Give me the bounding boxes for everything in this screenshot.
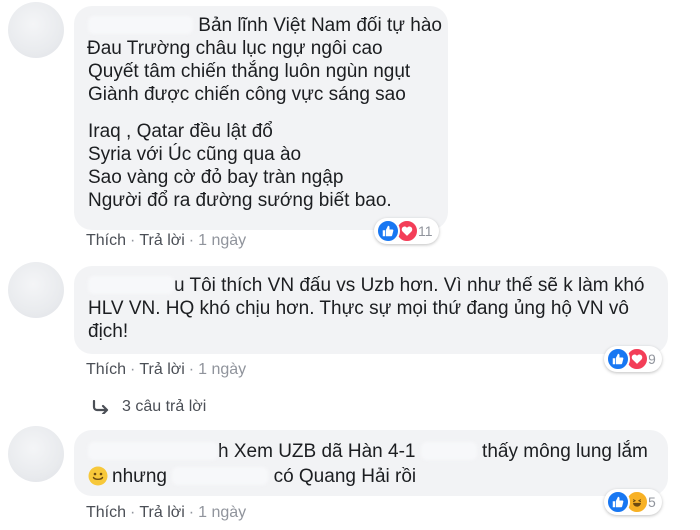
reaction-count: 5: [648, 494, 656, 510]
like-link[interactable]: Thích: [86, 361, 126, 378]
comment-actions: Thích · Trả lời · 1 ngày: [86, 504, 246, 522]
like-icon: [606, 347, 630, 371]
reaction-count: 9: [648, 351, 656, 367]
comment-actions: Thích · Trả lời · 1 ngày: [86, 361, 246, 379]
comment-text: địch!: [88, 321, 129, 342]
comment-text: Đau Trường châu lục ngự ngôi cao: [87, 38, 383, 59]
comment-text: Người đổ ra đường sướng biết bao.: [88, 190, 392, 211]
blurred-text: [420, 442, 477, 460]
separator-dot: ·: [130, 232, 136, 249]
reply-link[interactable]: Trả lời: [139, 361, 184, 378]
blurred-text: [172, 467, 269, 485]
blurred-author-name: [88, 276, 174, 294]
comment-text: có Quang Hải rồi: [273, 466, 417, 487]
reaction-summary[interactable]: 9: [604, 346, 662, 372]
comment-text: thấy mông lung lắm: [482, 441, 648, 462]
separator-dot: ·: [188, 361, 195, 378]
comment-text: Syria với Úc cũng qua ào: [88, 144, 302, 165]
reply-link[interactable]: Trả lời: [139, 504, 184, 521]
comment-text: Giành được chiến công vực sáng sao: [88, 84, 406, 105]
comment-line: Iraq , Qatar đều lật đổ: [88, 120, 442, 143]
comment-text: Quyết tâm chiến thắng luôn ngùn ngụt: [88, 61, 411, 82]
separator-dot: ·: [188, 232, 195, 249]
like-icon: [376, 219, 400, 243]
comment-bubble: Bản lĩnh Việt Nam đối tự hào Đau Trường …: [74, 6, 448, 230]
reply-link[interactable]: Trả lời: [139, 232, 184, 249]
avatar[interactable]: [8, 426, 64, 482]
timestamp[interactable]: 1 ngày: [198, 504, 246, 521]
like-link[interactable]: Thích: [86, 232, 126, 249]
smile-emoji-icon: [88, 466, 108, 486]
comment-line: u Tôi thích VN đấu vs Uzb hơn. Vì như th…: [88, 274, 645, 297]
comment-text: HLV VN. HQ khó chịu hơn. Thực sự mọi thứ…: [88, 298, 629, 319]
blurred-author-name: [88, 442, 218, 460]
comment-bubble: u Tôi thích VN đấu vs Uzb hơn. Vì như th…: [74, 266, 668, 354]
comment-text: nhưng: [112, 466, 167, 487]
comment-line: Người đổ ra đường sướng biết bao.: [88, 189, 442, 212]
like-link[interactable]: Thích: [86, 504, 126, 521]
comment-bubble: h Xem UZB dã Hàn 4-1 thấy mông lung lắm …: [74, 430, 668, 496]
replies-count-label: 3 câu trả lời: [122, 398, 207, 415]
reaction-summary[interactable]: 5: [604, 489, 662, 515]
reaction-summary[interactable]: 11: [374, 218, 439, 244]
view-replies-link[interactable]: 3 câu trả lời: [92, 398, 206, 416]
comment-actions: Thích · Trả lời · 1 ngày: [86, 232, 246, 250]
separator-dot: ·: [130, 361, 136, 378]
comment-line: địch!: [88, 320, 645, 343]
reply-arrow-icon: [92, 400, 109, 414]
avatar[interactable]: [8, 2, 64, 58]
comment-line: h Xem UZB dã Hàn 4-1 thấy mông lung lắm: [88, 440, 648, 463]
comment-line: nhưng có Quang Hải rồi: [88, 465, 648, 488]
separator-dot: ·: [188, 504, 195, 521]
blurred-author-name: [88, 16, 193, 34]
comment-line: Bản lĩnh Việt Nam đối tự hào: [88, 14, 442, 37]
comment-text: Sao vàng cờ đỏ bay tràn ngập: [88, 167, 344, 188]
avatar[interactable]: [8, 262, 64, 318]
comment-line: Quyết tâm chiến thắng luôn ngùn ngụt: [88, 60, 442, 83]
comment-line: HLV VN. HQ khó chịu hơn. Thực sự mọi thứ…: [88, 297, 645, 320]
comment-line: Sao vàng cờ đỏ bay tràn ngập: [88, 166, 442, 189]
timestamp[interactable]: 1 ngày: [198, 361, 246, 378]
comment-line: Đau Trường châu lục ngự ngôi cao: [87, 37, 442, 60]
comment-text: u Tôi thích VN đấu vs Uzb hơn. Vì như th…: [174, 275, 645, 296]
comment-line: Syria với Úc cũng qua ào: [88, 143, 442, 166]
comment-line: Giành được chiến công vực sáng sao: [88, 83, 442, 106]
reaction-count: 11: [418, 223, 433, 239]
timestamp[interactable]: 1 ngày: [198, 232, 246, 249]
comment-text: h Xem UZB dã Hàn 4-1: [218, 441, 416, 462]
comment-text: Bản lĩnh Việt Nam đối tự hào: [198, 15, 442, 36]
like-icon: [606, 490, 630, 514]
separator-dot: ·: [130, 504, 136, 521]
comment-text: Iraq , Qatar đều lật đổ: [88, 121, 273, 142]
